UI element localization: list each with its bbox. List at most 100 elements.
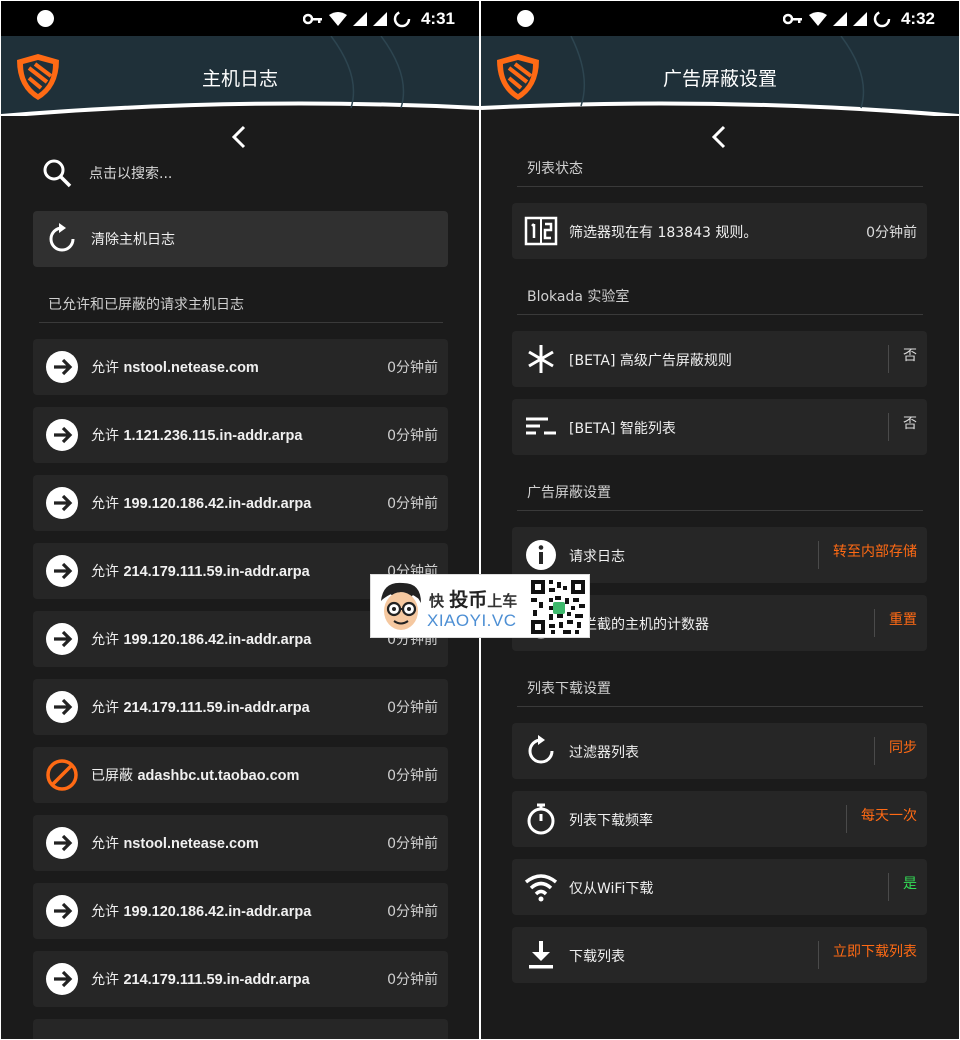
filter-rules-time: 0分钟前 (866, 225, 917, 241)
watermark-domain: XIAOYI.VC (427, 611, 517, 630)
clock: 4:31 (420, 9, 455, 28)
host-log-entry[interactable]: 已屏蔽 adashbc.ut.taobao.com 0分钟前 (33, 747, 448, 803)
value-divider (818, 941, 819, 969)
clear-host-log-button[interactable]: 清除主机日志 (33, 211, 448, 267)
watermark-slogan: 快 投币上车 (429, 589, 518, 611)
entry-hostname: nstool.netease.com (123, 360, 259, 376)
filter-rules-row[interactable]: 筛选器现在有 183843 规则。 0分钟前 (512, 203, 927, 259)
section-divider (517, 706, 923, 707)
arrow-right-icon (45, 418, 79, 452)
battery-saver-icon (873, 10, 891, 28)
back-chevron-icon[interactable] (708, 124, 732, 150)
filter-list-value[interactable]: 同步 (889, 737, 917, 757)
value-divider (888, 873, 889, 901)
entry-hostname: nstool.netease.com (123, 836, 259, 852)
entry-text: 允许 199.120.186.42.in-addr.arpa (91, 493, 387, 513)
app-header: 主机日志 (1, 36, 479, 116)
arrow-right-icon (45, 486, 79, 520)
arrow-right-icon (45, 690, 79, 724)
section-title: 已允许和已屏蔽的请求主机日志 (48, 297, 244, 313)
entry-hostname: 199.120.186.42.in-addr.arpa (123, 904, 312, 920)
entry-text: 允许 214.179.111.59.in-addr.arpa (91, 697, 387, 717)
wifi-signal-icon (328, 12, 347, 26)
clock: 4:32 (900, 9, 935, 28)
host-log-entry-partial[interactable] (33, 1019, 448, 1039)
entry-status: 允许 (91, 836, 119, 852)
arrow-right-icon (45, 622, 79, 656)
arrow-right-icon (45, 826, 79, 860)
download-frequency-row[interactable]: 列表下载频率 每天一次 (512, 791, 927, 847)
arrow-right-icon (45, 894, 79, 928)
entry-hostname: 214.179.111.59.in-addr.arpa (123, 972, 310, 988)
page-title: 主机日志 (201, 68, 278, 90)
entry-time: 0分钟前 (387, 904, 438, 920)
entry-time: 0分钟前 (387, 360, 438, 376)
cell-signal-2-icon (372, 12, 387, 26)
qr-code-icon (529, 578, 587, 636)
page-title: 广告屏蔽设置 (662, 68, 777, 90)
entry-text: 允许 214.179.111.59.in-addr.arpa (91, 969, 387, 989)
smart-list-row[interactable]: [BETA] 智能列表 否 (512, 399, 927, 455)
rules-counter-icon (524, 216, 558, 246)
section-divider (517, 314, 923, 315)
request-log-value[interactable]: 转至内部存储 (833, 541, 917, 561)
entry-text: 允许 nstool.netease.com (91, 833, 387, 853)
entry-time: 0分钟前 (387, 836, 438, 852)
host-log-screen: 4:31 主机日志 点击以搜索... 清除主机日志 已允许和已屏蔽的请求主机日志… (1, 1, 479, 1039)
entry-text: 允许 1.121.236.115.in-addr.arpa (91, 425, 387, 445)
advanced-rules-row[interactable]: [BETA] 高级广告屏蔽规则 否 (512, 331, 927, 387)
download-list-value[interactable]: 立即下载列表 (833, 941, 917, 961)
clear-label: 清除主机日志 (91, 232, 175, 248)
entry-status: 已屏蔽 (91, 768, 133, 784)
host-log-entry[interactable]: 允许 1.121.236.115.in-addr.arpa 0分钟前 (33, 407, 448, 463)
status-bar: 4:32 (481, 1, 959, 36)
blocked-counter-value[interactable]: 重置 (889, 609, 917, 629)
entry-status: 允许 (91, 496, 119, 512)
host-log-entry[interactable]: 允许 214.179.111.59.in-addr.arpa 0分钟前 (33, 951, 448, 1007)
vpn-key-icon (782, 13, 802, 25)
cartoon-face-logo (381, 582, 421, 630)
filter-list-label: 过滤器列表 (569, 745, 639, 761)
host-log-entry[interactable]: 允许 nstool.netease.com 0分钟前 (33, 339, 448, 395)
cell-signal-2-icon (852, 12, 867, 26)
section-divider (517, 186, 923, 187)
search-bar[interactable]: 点击以搜索... (41, 153, 441, 193)
entry-status: 允许 (91, 904, 119, 920)
value-divider (818, 541, 819, 569)
refresh-icon (49, 223, 75, 252)
entry-time: 0分钟前 (387, 428, 438, 444)
filter-rules-label: 筛选器现在有 183843 规则。 (569, 225, 758, 241)
entry-time: 0分钟前 (387, 972, 438, 988)
arrow-right-icon (45, 350, 79, 384)
section-divider (517, 510, 923, 511)
section-download: 列表下载设置 (527, 681, 611, 697)
section-adblock: 广告屏蔽设置 (527, 485, 611, 501)
download-list-row[interactable]: 下载列表 立即下载列表 (512, 927, 927, 983)
entry-text: 允许 199.120.186.42.in-addr.arpa (91, 629, 387, 649)
section-list-status: 列表状态 (527, 161, 583, 177)
host-log-entry[interactable]: 允许 199.120.186.42.in-addr.arpa 0分钟前 (33, 883, 448, 939)
wifi-only-value[interactable]: 是 (903, 873, 917, 893)
entry-status: 允许 (91, 360, 119, 376)
info-icon (526, 540, 556, 570)
back-chevron-icon[interactable] (228, 124, 252, 150)
host-log-entry[interactable]: 允许 nstool.netease.com 0分钟前 (33, 815, 448, 871)
advanced-rules-value[interactable]: 否 (903, 345, 917, 365)
notification-dot (517, 10, 534, 27)
wifi-only-row[interactable]: 仅从WiFi下载 是 (512, 859, 927, 915)
timer-icon (527, 803, 555, 835)
download-frequency-value[interactable]: 每天一次 (861, 805, 917, 825)
smart-list-value[interactable]: 否 (903, 413, 917, 433)
sync-icon (528, 735, 554, 764)
app-header: 广告屏蔽设置 (481, 36, 959, 116)
host-log-entry[interactable]: 允许 214.179.111.59.in-addr.arpa 0分钟前 (33, 679, 448, 735)
entry-time: 0分钟前 (387, 700, 438, 716)
download-icon (529, 941, 553, 969)
search-icon (43, 159, 72, 188)
value-divider (846, 805, 847, 833)
filter-list-row[interactable]: 过滤器列表 同步 (512, 723, 927, 779)
host-log-entry[interactable]: 允许 199.120.186.42.in-addr.arpa 0分钟前 (33, 475, 448, 531)
blocked-icon (45, 758, 79, 792)
entry-text: 允许 214.179.111.59.in-addr.arpa (91, 561, 387, 581)
entry-hostname: 214.179.111.59.in-addr.arpa (123, 700, 310, 716)
